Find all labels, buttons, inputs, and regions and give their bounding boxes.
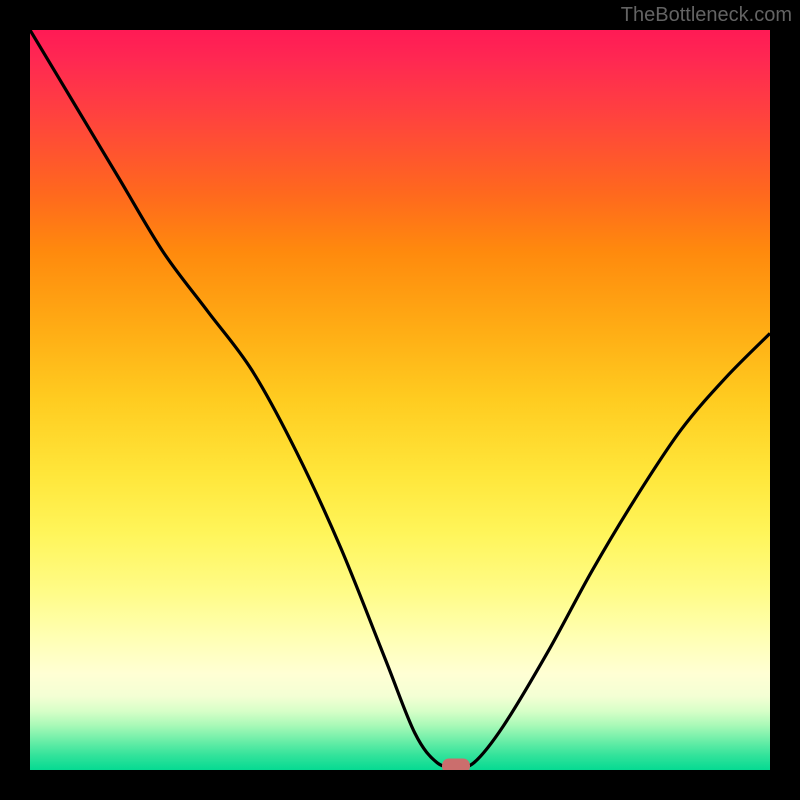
chart-curve-svg [30, 30, 770, 770]
plot-area [30, 30, 770, 770]
bottleneck-curve [30, 30, 770, 767]
optimal-point-marker [442, 759, 470, 770]
watermark-text: TheBottleneck.com [621, 4, 792, 27]
